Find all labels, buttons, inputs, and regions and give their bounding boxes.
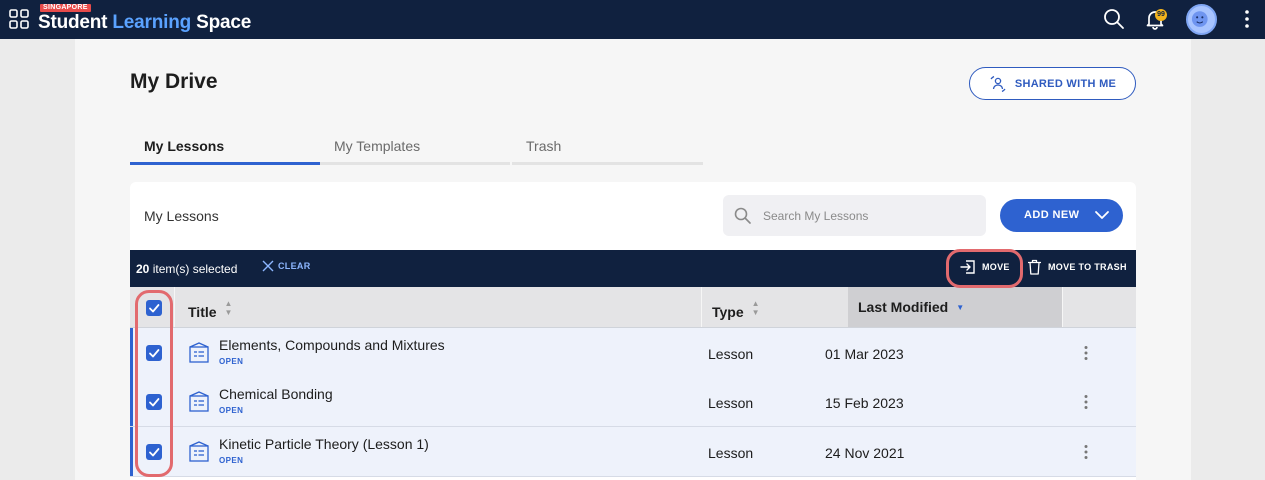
add-new-button[interactable]: ADD NEW bbox=[1000, 199, 1123, 232]
column-header-type[interactable]: Type▲ ▼ bbox=[712, 287, 760, 327]
sort-icon: ▲ ▼ bbox=[751, 299, 760, 317]
select-all-checkbox[interactable] bbox=[146, 300, 162, 316]
move-to-trash-label: MOVE TO TRASH bbox=[1048, 262, 1127, 272]
lesson-icon bbox=[189, 391, 209, 412]
more-vertical-icon[interactable] bbox=[1080, 444, 1092, 460]
column-header-title[interactable]: Title▲ ▼ bbox=[188, 287, 232, 327]
lesson-icon bbox=[189, 441, 209, 462]
checkmark-icon bbox=[149, 398, 160, 407]
column-divider bbox=[174, 287, 175, 327]
tab-trash[interactable]: Trash bbox=[512, 128, 703, 165]
more-vertical-icon[interactable] bbox=[1238, 8, 1256, 30]
lesson-title[interactable]: Kinetic Particle Theory (Lesson 1) bbox=[219, 436, 429, 452]
table-row[interactable]: Elements, Compounds and Mixtures OPEN Le… bbox=[130, 328, 1136, 378]
search-input[interactable] bbox=[763, 195, 978, 236]
open-link[interactable]: OPEN bbox=[219, 357, 243, 366]
row-checkbox[interactable] bbox=[146, 394, 162, 410]
lesson-title[interactable]: Elements, Compounds and Mixtures bbox=[219, 337, 445, 353]
avatar-face-icon bbox=[1191, 11, 1208, 27]
table-header: Title▲ ▼ Type▲ ▼ Last Modified ▼ bbox=[130, 287, 1136, 328]
logo-badge: SINGAPORE bbox=[40, 4, 91, 12]
column-divider bbox=[701, 287, 702, 327]
clear-selection-button[interactable]: CLEAR bbox=[262, 260, 311, 272]
table-row[interactable]: Chemical Bonding OPEN Lesson 15 Feb 2023 bbox=[130, 377, 1136, 427]
logo-text: Student Learning Space bbox=[38, 12, 252, 33]
column-divider bbox=[1062, 287, 1063, 327]
checkmark-icon bbox=[149, 448, 160, 457]
move-to-trash-button[interactable]: MOVE TO TRASH bbox=[1027, 259, 1127, 275]
avatar[interactable] bbox=[1186, 4, 1217, 35]
more-vertical-icon[interactable] bbox=[1080, 394, 1092, 410]
table-row[interactable]: Kinetic Particle Theory (Lesson 1) OPEN … bbox=[130, 427, 1136, 477]
row-accent bbox=[130, 427, 133, 476]
panel-title: My Lessons bbox=[144, 208, 219, 224]
last-modified-date: 24 Nov 2021 bbox=[825, 445, 905, 461]
column-header-last-modified[interactable]: Last Modified ▼ bbox=[848, 287, 1062, 327]
search-icon[interactable] bbox=[1103, 8, 1125, 30]
lesson-type: Lesson bbox=[708, 395, 754, 411]
checkmark-icon bbox=[149, 304, 160, 313]
row-checkbox[interactable] bbox=[146, 444, 162, 460]
search-box bbox=[723, 195, 986, 236]
divider bbox=[1020, 259, 1021, 279]
last-modified-date: 01 Mar 2023 bbox=[825, 346, 904, 362]
clear-label: CLEAR bbox=[278, 261, 311, 271]
shared-with-me-label: SHARED WITH ME bbox=[1014, 77, 1117, 90]
row-accent bbox=[130, 328, 133, 377]
row-checkbox[interactable] bbox=[146, 345, 162, 361]
tab-my-templates[interactable]: My Templates bbox=[320, 128, 510, 165]
lesson-icon bbox=[189, 342, 209, 363]
drive-tabs: My Lessons My Templates Trash bbox=[130, 128, 703, 165]
top-bar: SINGAPORE Student Learning Space 99 bbox=[0, 0, 1265, 39]
shared-with-me-button[interactable]: SHARED WITH ME bbox=[969, 67, 1136, 100]
add-new-label: ADD NEW bbox=[1024, 209, 1080, 221]
open-link[interactable]: OPEN bbox=[219, 456, 243, 465]
trash-icon bbox=[1028, 259, 1041, 275]
shared-users-icon bbox=[990, 75, 1006, 92]
open-link[interactable]: OPEN bbox=[219, 406, 243, 415]
lesson-title[interactable]: Chemical Bonding bbox=[219, 386, 333, 402]
checkmark-icon bbox=[149, 349, 160, 358]
selection-bar: 20 item(s) selected CLEAR MOVE MOVE TO T… bbox=[130, 250, 1136, 287]
row-accent bbox=[130, 377, 133, 426]
apps-grid-icon[interactable] bbox=[9, 9, 29, 29]
last-modified-date: 15 Feb 2023 bbox=[825, 395, 904, 411]
tab-my-lessons[interactable]: My Lessons bbox=[130, 128, 320, 165]
sort-active-icon: ▼ bbox=[956, 303, 965, 312]
page-title: My Drive bbox=[130, 70, 218, 93]
more-vertical-icon[interactable] bbox=[1080, 345, 1092, 361]
move-button[interactable]: MOVE bbox=[960, 259, 1010, 275]
lesson-type: Lesson bbox=[708, 445, 754, 461]
search-icon bbox=[734, 207, 751, 224]
close-icon bbox=[262, 260, 274, 272]
notification-badge: 99 bbox=[1155, 9, 1167, 21]
lesson-type: Lesson bbox=[708, 346, 754, 362]
chevron-down-icon[interactable] bbox=[1094, 209, 1110, 221]
move-icon bbox=[960, 260, 975, 274]
move-label: MOVE bbox=[982, 262, 1010, 272]
selection-count: 20 item(s) selected bbox=[136, 262, 238, 276]
sort-icon: ▲ ▼ bbox=[224, 299, 233, 317]
